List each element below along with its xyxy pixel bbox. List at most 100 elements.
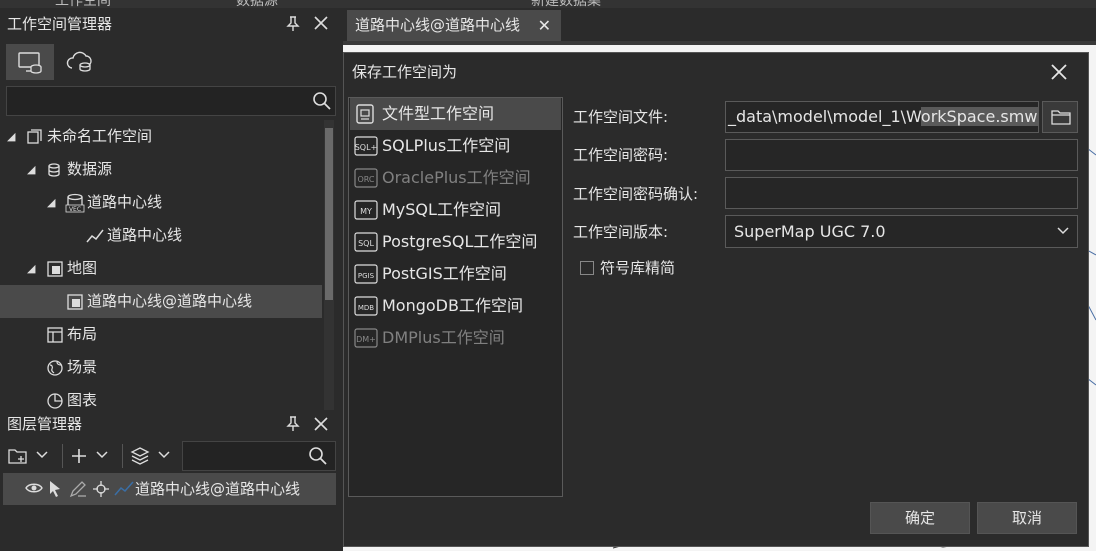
type-item-postgresql[interactable]: SQL PostgreSQL工作空间 [350, 226, 561, 258]
tree-node-layouts[interactable]: 布局 [0, 318, 322, 351]
type-item-postgis[interactable]: PGIS PostGIS工作空间 [350, 258, 561, 290]
panel-title: 图层管理器 [7, 415, 83, 433]
tab-close-icon[interactable]: ✕ [538, 10, 551, 41]
add-layer-icon[interactable] [70, 447, 88, 465]
layer-panel-header: 图层管理器 [0, 408, 343, 441]
tree-label: 道路中心线@道路中心线 [87, 292, 253, 310]
tree-node-datasources[interactable]: ◢ 数据源 [0, 153, 322, 186]
menu-new-dataset[interactable]: 新建数据集 [531, 0, 601, 10]
snap-crosshair-icon[interactable] [92, 480, 110, 498]
layer-row[interactable]: 道路中心线@道路中心线 [3, 473, 336, 505]
svg-text:PGIS: PGIS [358, 272, 375, 280]
password-label: 工作空间密码: [573, 146, 669, 164]
document-tab[interactable]: 道路中心线@道路中心线 ✕ [347, 10, 561, 41]
line-layer-icon [114, 481, 134, 497]
toolbar-divider [122, 444, 123, 468]
mysql-icon: MY [354, 199, 378, 221]
tree-scrollbar[interactable] [324, 120, 334, 410]
svg-text:SQL+: SQL+ [355, 143, 378, 152]
expand-arrow-icon[interactable]: ◢ [27, 252, 35, 285]
expand-arrow-icon[interactable]: ◢ [27, 153, 35, 186]
search-icon[interactable] [309, 447, 327, 465]
type-item-mongodb[interactable]: MDB MongoDB工作空间 [350, 290, 561, 322]
type-item-dmplus: DM+ DMPlus工作空间 [350, 322, 561, 354]
postgresql-icon: SQL [354, 231, 378, 253]
expand-arrow-icon[interactable]: ◢ [47, 186, 55, 219]
simplify-symbols-checkbox[interactable] [580, 261, 594, 275]
chevron-down-icon[interactable] [96, 451, 108, 459]
version-value: SuperMap UGC 7.0 [734, 222, 886, 241]
document-tab-label: 道路中心线@道路中心线 [355, 16, 521, 34]
visible-eye-icon[interactable] [25, 482, 43, 494]
chevron-down-icon[interactable] [36, 451, 48, 459]
version-select[interactable]: SuperMap UGC 7.0 [725, 215, 1078, 248]
ok-button[interactable]: 确定 [870, 502, 970, 534]
workspace-tree: ◢ 未命名工作空间 ◢ 数据源 ◢ VEC 道路中心线 道路中心线 ◢ 地图 道… [0, 120, 322, 410]
tree-node-charts[interactable]: 图表 [0, 384, 322, 410]
tree-label: 道路中心线 [107, 226, 183, 244]
type-label: MongoDB工作空间 [382, 296, 523, 315]
layer-search-input[interactable] [182, 441, 336, 471]
close-icon[interactable] [314, 16, 328, 30]
close-icon[interactable] [314, 417, 328, 431]
tree-node-maps[interactable]: ◢ 地图 [0, 252, 322, 285]
workspace-file-input[interactable]: _data\model\model_1\WorkSpace.smwu [725, 101, 1039, 133]
svg-text:DM+: DM+ [356, 335, 376, 344]
tree-label: 数据源 [67, 160, 113, 178]
simplify-symbols-label[interactable]: 符号库精简 [600, 253, 675, 283]
close-icon[interactable] [1050, 63, 1068, 81]
pin-icon[interactable] [286, 416, 300, 432]
file-path-text: _data\model\model_1\W [728, 107, 921, 126]
pin-icon[interactable] [286, 16, 300, 32]
type-label: PostgreSQL工作空间 [382, 232, 538, 251]
tree-label: 道路中心线 [87, 193, 163, 211]
type-label: DMPlus工作空间 [382, 328, 505, 347]
tree-label: 图表 [67, 391, 98, 409]
expand-arrow-icon[interactable]: ◢ [7, 120, 15, 153]
search-icon[interactable] [313, 92, 331, 110]
layer-toolbar [0, 440, 343, 472]
workspace-search-input[interactable] [6, 86, 336, 116]
type-item-file[interactable]: 文件型工作空间 [350, 98, 561, 130]
map-icon [47, 261, 63, 277]
oracle-icon: ORC [354, 167, 378, 189]
type-item-mysql[interactable]: MY MySQL工作空间 [350, 194, 561, 226]
line-dataset-icon [86, 228, 104, 244]
file-path-selected-text: orkSpace.smwu [920, 107, 1038, 126]
password-confirm-label: 工作空间密码确认: [573, 185, 699, 203]
workspace-panel-header: 工作空间管理器 [0, 8, 343, 41]
type-item-sqlplus[interactable]: SQL+ SQLPlus工作空间 [350, 130, 561, 162]
save-workspace-dialog: 保存工作空间为 文件型工作空间 SQL+ SQLPlus工作空间 ORC Ora… [343, 52, 1089, 547]
chevron-down-icon[interactable] [158, 451, 170, 459]
toolbar-divider [62, 444, 63, 468]
workspace-icon [27, 129, 43, 145]
workspace-type-list: 文件型工作空间 SQL+ SQLPlus工作空间 ORC OraclePlus工… [348, 97, 563, 497]
password-confirm-input[interactable] [725, 177, 1078, 209]
editable-pen-icon[interactable] [69, 480, 87, 498]
password-input[interactable] [725, 139, 1078, 171]
workspace-tab-button[interactable] [6, 44, 54, 80]
scrollbar-thumb[interactable] [325, 128, 333, 300]
globe-icon [47, 360, 63, 376]
postgis-icon: PGIS [354, 263, 378, 285]
tree-node-map-road[interactable]: 道路中心线@道路中心线 [0, 285, 322, 318]
mongodb-icon: MDB [354, 295, 378, 317]
dialog-title: 保存工作空间为 [352, 63, 458, 81]
datasource-icon [47, 162, 63, 178]
map-icon [67, 294, 83, 310]
layers-icon[interactable] [130, 446, 150, 466]
svg-text:ORC: ORC [357, 175, 374, 184]
top-menu-strip: 工作空间 数据源 新建数据集 [0, 0, 1096, 10]
dmplus-icon: DM+ [354, 327, 378, 349]
cancel-button[interactable]: 取消 [977, 502, 1077, 534]
tree-node-dataset-line[interactable]: 道路中心线 [0, 219, 322, 252]
tree-node-scenes[interactable]: 场景 [0, 351, 322, 384]
selectable-cursor-icon[interactable] [48, 480, 64, 498]
browse-button[interactable] [1042, 101, 1078, 133]
new-layer-group-icon[interactable] [8, 447, 28, 465]
panel-title: 工作空间管理器 [7, 15, 113, 33]
tree-node-datasource-road[interactable]: ◢ VEC 道路中心线 [0, 186, 322, 219]
tree-node-workspace[interactable]: ◢ 未命名工作空间 [0, 120, 322, 153]
cloud-tab-button[interactable] [58, 44, 106, 80]
chevron-down-icon[interactable] [1057, 227, 1069, 235]
